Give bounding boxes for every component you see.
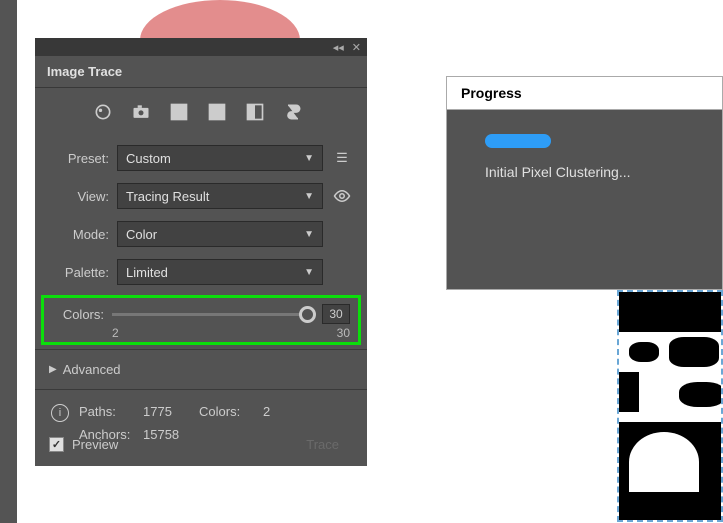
- paths-value: 1775: [143, 404, 199, 419]
- panel-title: Image Trace: [35, 56, 367, 88]
- trace-button: Trace: [292, 433, 353, 456]
- colors-max: 30: [337, 326, 350, 340]
- colors-value-input[interactable]: 30: [322, 304, 350, 324]
- mode-label: Mode:: [49, 227, 109, 242]
- image-trace-panel: ◂◂ ✕ Image Trace Preset: Custom▼ ☰ View:…: [35, 38, 367, 466]
- app-side-bar: [0, 0, 17, 523]
- panel-titlebar: ◂◂ ✕: [35, 38, 367, 56]
- progress-title: Progress: [447, 77, 722, 110]
- preset-menu-icon[interactable]: ☰: [331, 150, 353, 166]
- bw-icon[interactable]: [245, 102, 265, 125]
- shades-icon[interactable]: [207, 102, 227, 125]
- view-dropdown[interactable]: Tracing Result▼: [117, 183, 323, 209]
- palette-dropdown[interactable]: Limited▼: [117, 259, 323, 285]
- colors-highlighted-section: Colors: 30 2 30: [41, 295, 361, 345]
- preset-icon-row: [35, 88, 367, 139]
- advanced-toggle[interactable]: ▶ Advanced: [35, 354, 367, 385]
- palette-label: Palette:: [49, 265, 109, 280]
- colors-label: Colors:: [52, 307, 104, 322]
- colors-min: 2: [112, 326, 119, 340]
- info-icon: i: [51, 404, 69, 422]
- outline-icon[interactable]: [283, 102, 303, 125]
- preview-checkbox[interactable]: ✓ Preview: [49, 437, 118, 452]
- mode-dropdown[interactable]: Color▼: [117, 221, 323, 247]
- preset-label: Preset:: [49, 151, 109, 166]
- chevron-down-icon: ▼: [304, 267, 314, 278]
- colors-slider[interactable]: [112, 313, 314, 316]
- colors-count-value: 2: [263, 404, 293, 419]
- auto-color-icon[interactable]: [93, 102, 113, 125]
- close-icon[interactable]: ✕: [352, 41, 361, 54]
- traced-preview: [617, 290, 723, 522]
- preview-label: Preview: [72, 437, 118, 452]
- eye-icon[interactable]: [331, 187, 353, 205]
- chevron-down-icon: ▼: [304, 153, 314, 164]
- advanced-label: Advanced: [63, 362, 121, 377]
- progress-bar: [485, 134, 551, 148]
- paths-label: Paths:: [79, 404, 143, 419]
- progress-status: Initial Pixel Clustering...: [485, 164, 684, 180]
- collapse-icon[interactable]: ◂◂: [333, 41, 344, 54]
- chevron-down-icon: ▼: [304, 229, 314, 240]
- view-label: View:: [49, 189, 109, 204]
- progress-dialog: Progress Initial Pixel Clustering...: [446, 76, 723, 290]
- slider-thumb[interactable]: [299, 306, 316, 323]
- camera-icon[interactable]: [131, 102, 151, 125]
- checkbox-icon: ✓: [49, 437, 64, 452]
- grid-icon[interactable]: [169, 102, 189, 125]
- chevron-down-icon: ▼: [304, 191, 314, 202]
- preset-dropdown[interactable]: Custom▼: [117, 145, 323, 171]
- colors-count-label: Colors:: [199, 404, 263, 419]
- triangle-right-icon: ▶: [49, 364, 57, 375]
